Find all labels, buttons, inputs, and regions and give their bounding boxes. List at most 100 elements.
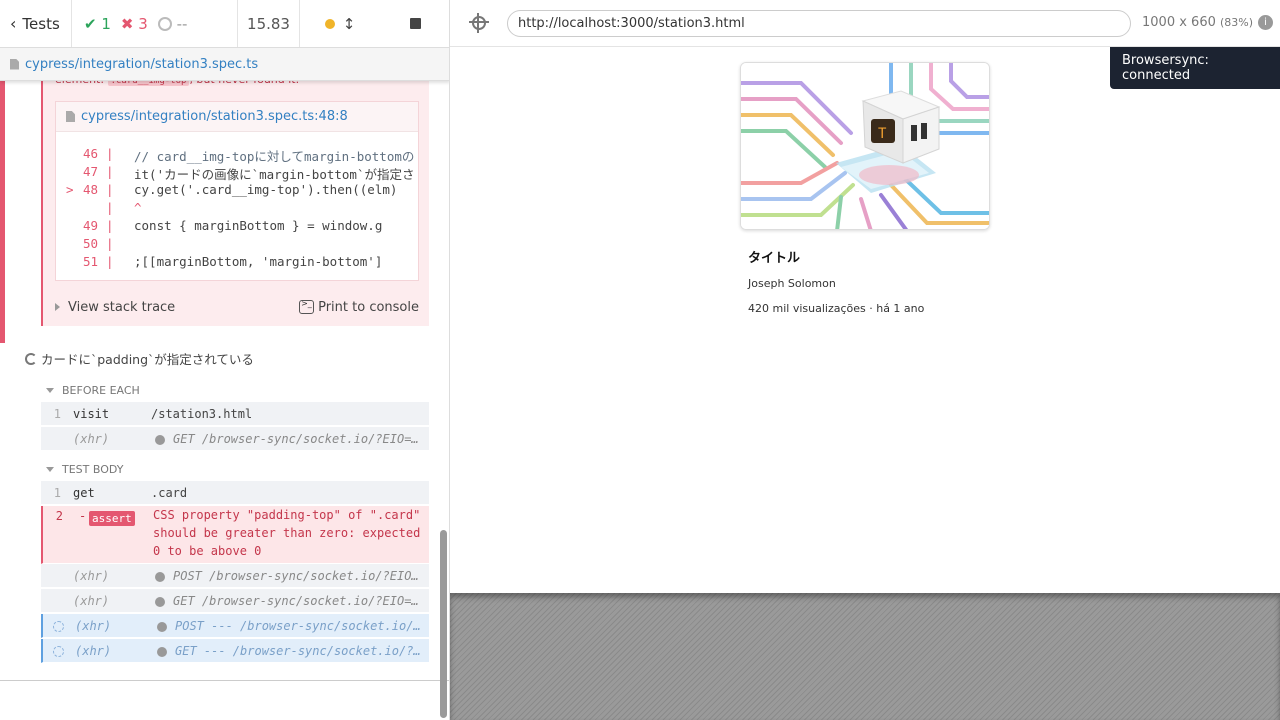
chevron-left-icon: ‹ (10, 14, 17, 33)
selector-playground-button[interactable] (450, 0, 508, 47)
status-dot-icon (155, 435, 165, 445)
url-field[interactable]: http://localhost:3000/station3.html (507, 10, 1131, 37)
status-dot-icon (157, 647, 167, 657)
spec-file-link[interactable]: cypress/integration/station3.spec.ts (25, 57, 258, 72)
code-frame-file-link[interactable]: cypress/integration/station3.spec.ts:48:… (81, 109, 348, 124)
command-xhr[interactable]: (xhr) POST /browser-sync/socket.io/?EIO.… (41, 564, 429, 588)
running-spinner-icon (25, 352, 37, 365)
status-dot-icon (155, 597, 165, 607)
pending-spinner-icon (53, 646, 64, 657)
tests-back-button[interactable]: ‹ Tests (0, 0, 72, 47)
command-visit[interactable]: 1 visit /station3.html (41, 402, 429, 426)
code-line-gutter: | (106, 200, 114, 215)
command-message: GET /browser-sync/socket.io/?EIO=... (173, 432, 425, 446)
code-line-gutter: | (106, 236, 114, 251)
crosshair-icon (469, 13, 489, 33)
code-line-number: 48 (82, 182, 98, 197)
command-xhr[interactable]: (xhr) GET /browser-sync/socket.io/?EIO=.… (41, 589, 429, 613)
command-name: (xhr) (73, 432, 110, 446)
file-icon (66, 111, 75, 122)
passed-value: 1 (101, 14, 111, 33)
command-message: .card (151, 486, 188, 500)
command-assert-failed[interactable]: 2 - assert CSS property "padding-top" of… (41, 506, 429, 564)
card-image: T (740, 62, 990, 230)
test-title-label: カードに`padding`が指定されている (41, 352, 254, 367)
tests-label: Tests (22, 14, 60, 33)
command-name: get (73, 486, 95, 500)
error-panel: element: .card__img-top, but never found… (41, 68, 429, 326)
failed-test-indicator (0, 81, 5, 343)
code-line-gutter: | (106, 182, 114, 197)
file-icon (10, 58, 19, 70)
code-line-number: 49 (82, 218, 98, 233)
card-author: Joseph Solomon (748, 277, 836, 290)
hook-before-each-label: BEFORE EACH (62, 384, 140, 397)
command-name: (xhr) (73, 569, 110, 583)
check-icon: ✔ (84, 14, 97, 33)
code-line-source: const { marginBottom } = window.g (134, 218, 383, 233)
command-number: 1 (53, 407, 61, 421)
view-stack-trace-label: View stack trace (68, 299, 176, 315)
code-line-source: // card__img-topに対してmargin-bottomの (134, 149, 415, 164)
x-icon: ✖ (120, 14, 134, 33)
view-stack-trace-toggle[interactable]: View stack trace (55, 300, 175, 315)
card-meta: 420 mil visualizações · há 1 ano (748, 302, 925, 315)
code-line-source: ;[[marginBottom, 'margin-bottom'] (134, 254, 383, 269)
viewport-size: 1000 x 660 (1142, 15, 1216, 30)
status-dot-icon (157, 622, 167, 632)
code-line: | ^ (56, 200, 420, 218)
command-name: (xhr) (75, 619, 112, 633)
code-line-source: ^ (134, 200, 142, 215)
code-line-gutter: | (106, 218, 114, 233)
command-message: POST /browser-sync/socket.io/?EIO... (173, 569, 425, 583)
stop-button[interactable] (380, 0, 449, 47)
hook-test-body[interactable]: TEST BODY (46, 463, 123, 476)
print-to-console-button[interactable]: Print to console (299, 299, 419, 315)
command-message: CSS property "padding-top" of ".card" sh… (153, 508, 421, 558)
code-line: 50 | (56, 236, 420, 254)
command-message: GET --- /browser-sync/socket.io/?... (175, 644, 427, 658)
divider (0, 680, 449, 681)
command-xhr-pending[interactable]: (xhr) POST --- /browser-sync/socket.io/.… (41, 614, 429, 638)
status-dot-icon (155, 572, 165, 582)
browser-bar: http://localhost:3000/station3.html 1000… (450, 0, 1280, 47)
code-frame: cypress/integration/station3.spec.ts:48:… (55, 101, 419, 281)
command-message: GET /browser-sync/socket.io/?EIO=... (173, 594, 425, 608)
command-message: POST --- /browser-sync/socket.io/... (175, 619, 427, 633)
arrows-vertical-icon: ↕ (342, 14, 356, 33)
app-under-test: T タイトル Joseph Solomon 420 mil visualizaç… (450, 47, 1280, 593)
viewport-info[interactable]: 1000 x 660 (83%) (1142, 15, 1253, 30)
failed-value: 3 (138, 14, 148, 33)
command-xhr[interactable]: (xhr) GET /browser-sync/socket.io/?EIO=.… (41, 427, 429, 451)
browsersync-toast: Browsersync: connected (1110, 47, 1280, 89)
reporter-scrollbar[interactable] (440, 530, 447, 718)
code-line-gutter: | (106, 164, 114, 179)
auto-scroll-toggle[interactable]: ↕ (300, 0, 380, 47)
viewport-empty-area (450, 593, 1280, 720)
hook-before-each[interactable]: BEFORE EACH (46, 384, 140, 397)
chevron-right-icon (55, 302, 60, 311)
pending-value: -- (176, 14, 188, 33)
command-xhr-pending[interactable]: (xhr) GET --- /browser-sync/socket.io/?.… (41, 639, 429, 663)
code-line-source: it('カードの画像に`margin-bottom`が指定さ (134, 167, 415, 182)
code-line: 51 | ;[[marginBottom, 'margin-bottom'] (56, 254, 420, 272)
command-number: 2 (55, 509, 63, 523)
chevron-down-icon (46, 467, 54, 472)
command-name: (xhr) (75, 644, 112, 658)
running-dot-icon (324, 18, 335, 29)
code-line-gutter: | (106, 254, 114, 269)
hook-test-body-label: TEST BODY (62, 463, 124, 476)
test-stats: ✔ 1 ✖ 3 -- (72, 0, 238, 47)
code-line: 46 | // card__img-topに対してmargin-bottomの (56, 146, 420, 164)
chevron-down-icon (46, 388, 54, 393)
code-line: >48 | cy.get('.card__img-top').then((elm) (56, 182, 420, 200)
code-line-number: 50 (82, 236, 98, 251)
code-line-number: 51 (82, 254, 98, 269)
test-title[interactable]: カードに`padding`が指定されている (25, 349, 254, 368)
command-get[interactable]: 1 get .card (41, 481, 429, 505)
passed-count: ✔ 1 (84, 15, 111, 33)
assert-badge: assert (89, 511, 135, 526)
failed-count: ✖ 3 (121, 15, 148, 33)
code-line-source: cy.get('.card__img-top').then((elm) (134, 182, 398, 197)
info-icon[interactable]: i (1258, 15, 1273, 30)
